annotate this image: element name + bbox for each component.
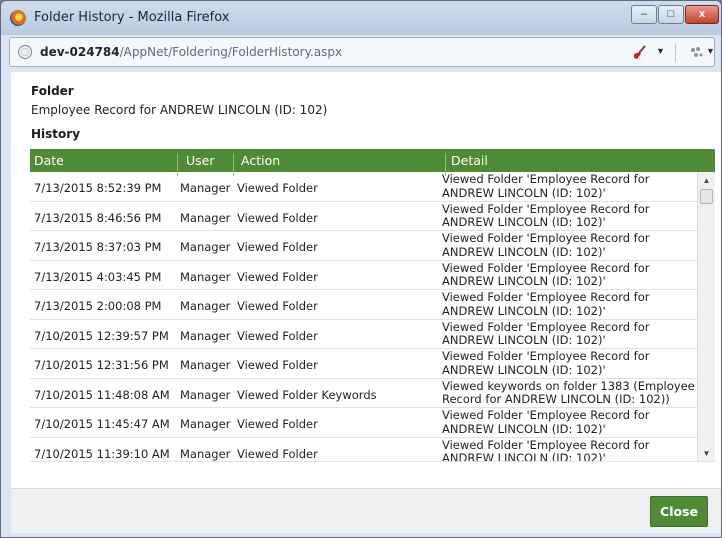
cell-date: 7/10/2015 12:39:57 PM [34,328,169,343]
page-content: Folder Employee Record for ANDREW LINCOL… [11,72,721,533]
cell-action: Viewed Folder [237,299,318,313]
cell-date: 7/10/2015 11:39:10 AM [34,446,170,461]
cell-detail: Viewed Folder 'Employee Record for ANDRE… [442,260,650,288]
cell-user: Manager [180,299,231,313]
cell-date: 7/13/2015 2:00:08 PM [34,299,162,313]
table-row[interactable]: 7/10/2015 11:39:10 AM Manager Viewed Folde… [30,437,697,462]
cell-action: Viewed Folder [237,210,318,225]
extension-dropdown-icon[interactable]: ▼ [706,46,715,56]
cell-date: 7/13/2015 8:52:39 PM [34,181,162,195]
address-bar[interactable]: dev-024784/AppNet/Foldering/FolderHistor… [9,37,715,67]
url-text[interactable]: dev-024784/AppNet/Foldering/FolderHistor… [40,45,342,59]
cell-action: Viewed Folder Keywords [237,387,377,402]
table-row[interactable]: 7/13/2015 8:52:39 PM Manager Viewed Folder… [30,172,697,202]
cell-action: Viewed Folder [237,446,318,461]
cell-user: Manager [180,210,231,225]
cell-action: Viewed Folder [237,269,318,284]
column-header-user[interactable]: User [186,153,215,168]
broom-icon[interactable] [632,44,648,60]
history-grid[interactable]: 7/13/2015 8:52:39 PM Manager Viewed Folder… [30,172,715,462]
cell-date: 7/13/2015 8:37:03 PM [34,240,162,254]
scroll-up-icon[interactable]: ▲ [698,172,715,189]
cell-user: Manager [180,358,231,372]
cell-detail: Viewed keywords on folder 1383 (Employee… [442,378,695,406]
title-bar[interactable]: Folder History - Mozilla Firefox – □ x [1,1,721,35]
cell-action: Viewed Folder [237,417,318,431]
cell-user: Manager [180,240,231,254]
url-host: dev-024784 [40,45,120,59]
cell-action: Viewed Folder [237,328,318,343]
cell-date: 7/13/2015 4:03:45 PM [34,269,162,284]
history-label: History [31,127,81,141]
table-row[interactable]: 7/10/2015 12:39:57 PM Manager Viewed Folde… [30,319,697,349]
cell-detail: Viewed Folder 'Employee Record for ANDRE… [442,201,650,229]
table-row[interactable]: 7/10/2015 11:48:08 AM Manager Viewed Folde… [30,378,697,408]
cell-user: Manager [180,446,231,461]
scroll-down-icon[interactable]: ▼ [698,445,715,461]
folder-name: Employee Record for ANDREW LINCOLN (ID: … [31,103,328,117]
cell-user: Manager [180,181,231,195]
url-path: /AppNet/Foldering/FolderHistory.aspx [119,45,343,59]
browser-window: Folder History - Mozilla Firefox – □ x d… [0,0,722,538]
minimize-button[interactable]: – [631,5,657,24]
folder-label: Folder [31,84,74,98]
dialog-footer: Close [11,488,721,533]
close-button[interactable]: Close [650,496,708,527]
extension-icon[interactable] [689,45,703,59]
history-grid-header: Date User Action Detail [30,149,715,176]
cell-detail: Viewed Folder 'Employee Record for ANDRE… [442,437,650,462]
address-separator [675,44,676,62]
cell-detail: Viewed Folder 'Employee Record for ANDRE… [442,290,650,318]
table-row[interactable]: 7/13/2015 8:37:03 PM Manager Viewed Folder… [30,231,697,261]
column-header-date[interactable]: Date [34,153,64,168]
table-row[interactable]: 7/13/2015 8:46:56 PM Manager Viewed Folder… [30,201,697,231]
window-title: Folder History - Mozilla Firefox [34,10,230,25]
cell-detail: Viewed Folder 'Employee Record for ANDRE… [442,349,650,377]
cell-detail: Viewed Folder 'Employee Record for ANDRE… [442,408,650,436]
cell-date: 7/10/2015 11:45:47 AM [34,417,170,431]
firefox-icon [10,10,26,26]
cell-user: Manager [180,269,231,284]
table-row[interactable]: 7/13/2015 2:00:08 PM Manager Viewed Folder… [30,290,697,320]
cell-user: Manager [180,387,231,402]
cell-date: 7/13/2015 8:46:56 PM [34,210,162,225]
cell-action: Viewed Folder [237,181,318,195]
column-header-detail[interactable]: Detail [451,153,488,168]
column-header-action[interactable]: Action [241,153,280,168]
table-row[interactable]: 7/10/2015 12:31:56 PM Manager Viewed Folde… [30,349,697,379]
grid-scrollbar[interactable]: ▲ ▼ [697,172,715,461]
cell-date: 7/10/2015 11:48:08 AM [34,387,170,402]
cell-detail: Viewed Folder 'Employee Record for ANDRE… [442,172,650,200]
cell-detail: Viewed Folder 'Employee Record for ANDRE… [442,319,650,347]
close-window-button[interactable]: x [685,5,719,24]
cell-action: Viewed Folder [237,358,318,372]
table-row[interactable]: 7/13/2015 4:03:45 PM Manager Viewed Folder… [30,260,697,290]
cell-user: Manager [180,328,231,343]
cell-action: Viewed Folder [237,240,318,254]
globe-icon [18,45,32,59]
cell-detail: Viewed Folder 'Employee Record for ANDRE… [442,231,650,259]
cell-user: Manager [180,417,231,431]
cell-date: 7/10/2015 12:31:56 PM [34,358,169,372]
scroll-thumb[interactable] [700,189,713,204]
table-row[interactable]: 7/10/2015 11:45:47 AM Manager Viewed Folde… [30,408,697,438]
maximize-button[interactable]: □ [658,5,684,24]
broom-dropdown-icon[interactable]: ▼ [656,46,665,56]
